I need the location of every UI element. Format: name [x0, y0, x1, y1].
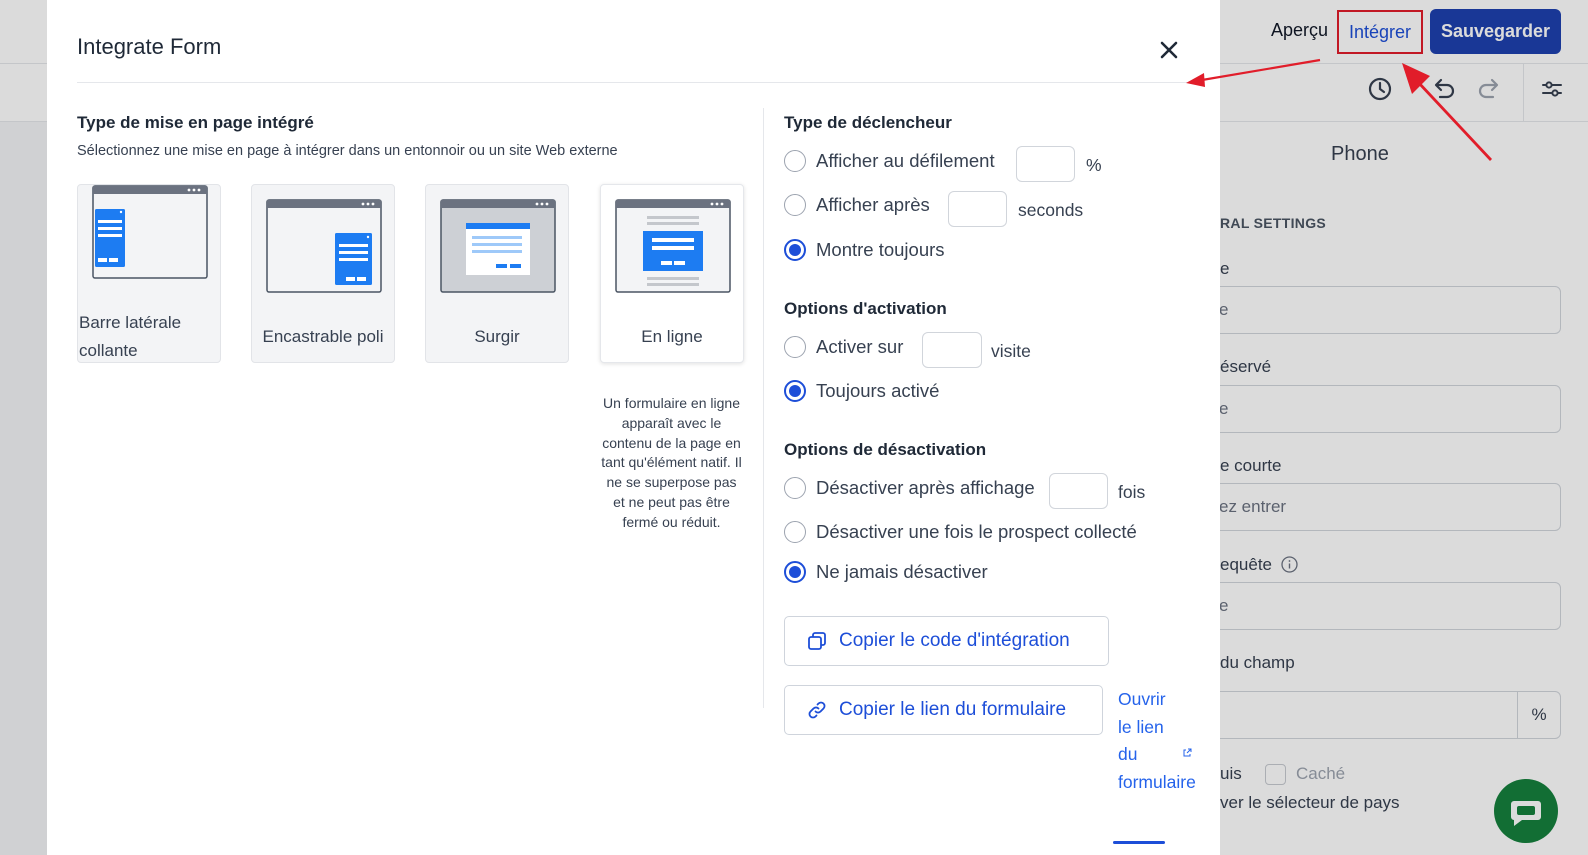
integrate-form-modal: Integrate Form Type de mise en page inté…	[47, 0, 1220, 855]
seconds-unit: seconds	[1018, 200, 1084, 220]
popup-illustration	[440, 199, 556, 293]
card-label: Barre latérale collante	[79, 313, 182, 360]
never-deactivate-option[interactable]: Ne jamais désactiver	[784, 558, 988, 586]
seconds-input[interactable]	[948, 191, 1007, 227]
inline-illustration	[615, 199, 731, 293]
trigger-after-time-option[interactable]: Afficher après	[784, 191, 930, 219]
copy-form-link-button[interactable]: Copier le lien du formulaire	[784, 685, 1103, 735]
copy-form-link-label: Copier le lien du formulaire	[839, 699, 1067, 720]
views-count-input[interactable]	[1049, 473, 1108, 509]
layout-type-title: Type de mise en page intégré	[77, 113, 314, 132]
radio-label: Désactiver une fois le prospect collecté	[816, 521, 1137, 542]
scroll-indicator	[1113, 841, 1165, 844]
activate-on-visit-option[interactable]: Activer sur	[784, 333, 903, 361]
copy-embed-code-button[interactable]: Copier le code d'intégration	[784, 616, 1109, 666]
radio-button[interactable]	[784, 521, 806, 543]
radio-button-selected[interactable]	[784, 380, 806, 402]
radio-button[interactable]	[784, 477, 806, 499]
deactivation-options-title: Options de désactivation	[784, 440, 987, 459]
trigger-type-title: Type de déclencheur	[784, 113, 952, 132]
layout-type-subtitle: Sélectionnez une mise en page à intégrer…	[77, 143, 618, 159]
trigger-on-scroll-option[interactable]: Afficher au défilement	[784, 147, 995, 175]
radio-label: Désactiver après affichage	[816, 477, 1035, 498]
scroll-percent-input[interactable]	[1016, 146, 1075, 182]
visit-unit: visite	[991, 341, 1031, 361]
deactivate-after-views-option[interactable]: Désactiver après affichage	[784, 474, 1035, 502]
layout-card-popup[interactable]: Surgir	[425, 184, 569, 363]
layout-card-sticky-sidebar[interactable]: Barre latérale collante	[77, 184, 221, 363]
trigger-always-show-option[interactable]: Montre toujours	[784, 236, 945, 264]
layout-card-inline[interactable]: En ligne	[600, 184, 744, 363]
card-label: En ligne	[641, 327, 703, 346]
close-icon[interactable]	[1157, 38, 1181, 62]
visit-count-input[interactable]	[922, 332, 982, 368]
radio-label: Afficher après	[816, 194, 930, 215]
radio-label: Montre toujours	[816, 239, 945, 260]
copy-icon	[808, 632, 826, 650]
external-link-icon	[1183, 748, 1192, 757]
sticky-sidebar-illustration	[92, 185, 208, 279]
modal-divider	[77, 82, 1190, 83]
radio-button-selected[interactable]	[784, 239, 806, 261]
radio-label: Afficher au défilement	[816, 150, 995, 171]
card-label: Encastrable poli	[262, 327, 384, 346]
card-label: Surgir	[474, 327, 520, 346]
link-icon	[808, 701, 826, 719]
open-form-link[interactable]: Ouvrir le lien du formulaire	[1118, 686, 1196, 796]
polite-slidein-illustration	[266, 199, 382, 293]
deactivate-after-lead-option[interactable]: Désactiver une fois le prospect collecté	[784, 518, 1137, 546]
modal-title: Integrate Form	[77, 34, 222, 59]
radio-button[interactable]	[784, 150, 806, 172]
views-unit: fois	[1118, 482, 1146, 502]
layout-card-polite-slidein[interactable]: Encastrable poli	[251, 184, 395, 363]
copy-embed-code-label: Copier le code d'intégration	[839, 630, 1070, 651]
always-active-option[interactable]: Toujours activé	[784, 377, 939, 405]
layout-description: Un formulaire en ligne apparaît avec le …	[601, 395, 742, 530]
radio-label: Activer sur	[816, 336, 904, 357]
scroll-unit: %	[1086, 155, 1102, 175]
radio-label: Toujours activé	[816, 380, 940, 401]
radio-button[interactable]	[784, 194, 806, 216]
radio-button-selected[interactable]	[784, 561, 806, 583]
radio-button[interactable]	[784, 336, 806, 358]
column-divider	[763, 108, 764, 708]
activation-options-title: Options d'activation	[784, 299, 947, 318]
radio-label: Ne jamais désactiver	[816, 561, 988, 582]
